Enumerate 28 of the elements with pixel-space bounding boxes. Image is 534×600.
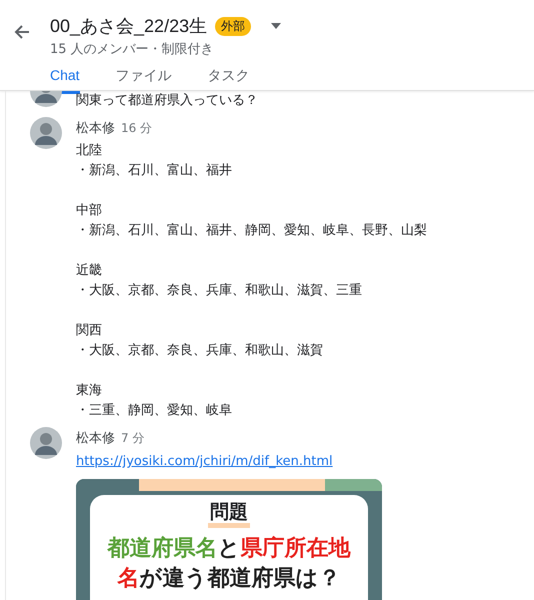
message-text: 中部 bbox=[76, 202, 103, 220]
avatar bbox=[30, 117, 62, 149]
message-text: ・新潟、石川、富山、福井、静岡、愛知、岐阜、長野、山梨 bbox=[76, 222, 427, 240]
message-text: 近畿 bbox=[76, 262, 103, 280]
message-text: ・大阪、京都、奈良、兵庫、和歌山、滋賀 bbox=[76, 342, 324, 360]
message-text: 東海 bbox=[76, 382, 103, 400]
back-arrow-icon[interactable] bbox=[14, 24, 30, 40]
message-time: 16 分 bbox=[121, 120, 152, 137]
message-text: 関西 bbox=[76, 322, 103, 340]
external-badge: 外部 bbox=[215, 16, 252, 36]
link[interactable]: https://jyosiki.com/jchiri/m/dif_ken.html bbox=[76, 451, 382, 473]
message-text: ・三重、静岡、愛知、岐阜 bbox=[76, 402, 233, 420]
author-name: 松本修 bbox=[76, 120, 115, 137]
message-text: 北陸 bbox=[76, 142, 103, 160]
author-name: 松本修 bbox=[76, 430, 115, 447]
preview-text: 名が違う都道府県は？ bbox=[118, 564, 340, 593]
dropdown-caret-icon[interactable] bbox=[271, 23, 282, 29]
message-text: ・新潟、石川、富山、福井 bbox=[76, 162, 233, 180]
tab[interactable]: ファイル bbox=[116, 67, 172, 94]
preview-heading: 問題 bbox=[208, 501, 250, 528]
preview-text: 都道府県名 と 県庁所在地 bbox=[108, 534, 350, 563]
member-info: 15 人のメンバー・制限付き bbox=[50, 41, 215, 58]
message-text: ・大阪、京都、奈良、兵庫、和歌山、滋賀、三重 bbox=[76, 282, 363, 300]
message-time: 7 分 bbox=[121, 430, 144, 447]
avatar bbox=[30, 427, 62, 459]
tab[interactable]: タスク bbox=[208, 67, 250, 94]
chat-title: 00_あさ会_22/23生 bbox=[50, 15, 208, 38]
message-text: 関東って都道府県入っている？ bbox=[76, 92, 258, 110]
